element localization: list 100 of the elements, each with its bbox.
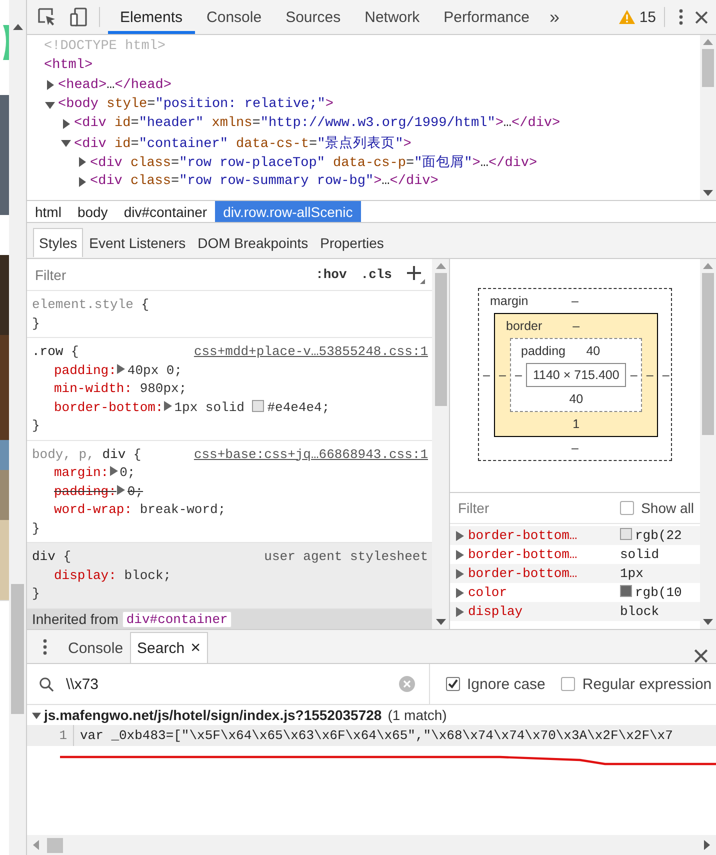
file-path[interactable]: js.mafengwo.net/js/hotel/sign/index.js?1552035728 (44, 707, 382, 723)
box-value: – (572, 441, 578, 456)
warning-icon (619, 10, 636, 24)
expand-triangle-icon[interactable] (164, 400, 172, 410)
drawer-menu-icon[interactable] (43, 638, 47, 654)
closing-brace: } (32, 418, 40, 433)
box-value: – (482, 368, 491, 382)
horizontal-scrollbar[interactable] (27, 835, 716, 855)
dom-node-line[interactable]: <div class="row row-placeTop" data-cs-p="面包屑">…</div> (90, 153, 538, 172)
property-name: border-bottom… (468, 547, 578, 562)
collapsed-triangle-icon[interactable] (61, 118, 71, 129)
expanded-triangle-icon[interactable] (61, 138, 71, 148)
property-value: 1px (620, 566, 644, 581)
box-value: 1 (572, 416, 580, 430)
scrollbar-thumb[interactable] (11, 584, 24, 714)
dom-node-line[interactable]: <div id="container" data-cs-t="景点列表页"> (74, 134, 412, 152)
scrollbar[interactable] (432, 259, 450, 629)
filter-field[interactable]: Filter (456, 499, 620, 517)
scroll-down-icon[interactable] (703, 619, 713, 625)
source-link[interactable]: css+mdd+place-v…53855248.css:1 (194, 343, 428, 362)
box-label: margin (490, 294, 528, 308)
panel-tab[interactable]: Performance (432, 0, 542, 34)
scrollbar-thumb[interactable] (434, 273, 446, 406)
expanded-triangle-icon[interactable] (45, 100, 55, 110)
expanded-triangle-icon[interactable] (32, 710, 41, 720)
closing-brace: } (32, 316, 40, 330)
css-declaration[interactable]: border-bottom: 1px solid #e4e4e4; (54, 400, 330, 414)
class-toggle[interactable]: .cls (360, 267, 392, 282)
panel-tab[interactable]: Console (194, 0, 274, 34)
scroll-down-icon[interactable] (436, 619, 446, 625)
breadcrumb[interactable]: body (69, 201, 116, 222)
panel-tab[interactable]: Sources (274, 0, 353, 34)
close-icon[interactable] (695, 10, 708, 24)
box-value: – (514, 368, 523, 382)
expand-triangle-icon[interactable] (117, 364, 126, 374)
property-value: rgb(22 (620, 528, 682, 543)
property-name: border-bottom… (468, 566, 578, 581)
drawer-tab[interactable]: Search × (130, 632, 208, 663)
scrollbar-thumb[interactable] (702, 49, 714, 87)
scrollbar-thumb[interactable] (702, 273, 714, 435)
show-all-checkbox[interactable]: Show all (620, 500, 694, 516)
more-options-icon[interactable] (679, 9, 683, 25)
line-number: 1 (27, 725, 74, 746)
color-swatch[interactable] (252, 400, 264, 412)
scroll-right-icon[interactable] (704, 840, 710, 850)
box-label: border (506, 318, 542, 332)
css-declaration[interactable]: padding: 0; (54, 484, 144, 498)
css-declaration[interactable]: display: block; (54, 568, 172, 582)
box-value: 40 (586, 344, 600, 358)
filter-field[interactable]: Filter (33, 266, 302, 284)
breadcrumb[interactable]: div.row.row-allScenic (215, 201, 361, 222)
search-field[interactable]: \\x73 (64, 674, 389, 694)
close-icon[interactable] (694, 649, 708, 663)
matched-code-line[interactable]: var _0xb483=["\x5F\x64\x65\x63\x6F\x64\x65","\x68\x74\x74\x70\x3A\x2F\x2F\x7 (74, 728, 673, 743)
add-rule-icon[interactable] (406, 264, 426, 284)
scrollbar-thumb[interactable] (47, 838, 63, 852)
scroll-up-icon[interactable] (12, 24, 22, 30)
css-declaration[interactable]: padding: 40px 0; (54, 362, 182, 378)
box-value: – (629, 368, 638, 382)
dom-node-line[interactable]: <div id="header" xmlns="http://www.w3.org/1999/html">…</div> (74, 116, 560, 132)
property-name: color (468, 585, 508, 600)
panel-tab[interactable]: Elements (108, 0, 195, 34)
more-tabs-button[interactable]: » (550, 6, 560, 28)
sidebar-tab[interactable]: DOM Breakpoints (192, 228, 314, 257)
dom-node-line[interactable]: <body style="position: relative;"> (58, 97, 334, 112)
scroll-down-icon[interactable] (703, 190, 713, 196)
breadcrumb[interactable]: div#container (116, 201, 216, 222)
checkmark-icon (447, 678, 459, 690)
sidebar-tab[interactable]: Properties (314, 228, 390, 257)
option-checkbox[interactable]: Ignore case (446, 676, 546, 692)
box-value: – (498, 368, 507, 382)
css-declaration[interactable]: word-wrap: break-word; (54, 502, 226, 517)
closing-brace: } (32, 520, 40, 536)
sidebar-tab[interactable]: Event Listeners (83, 228, 192, 257)
css-declaration[interactable]: margin: 0; (54, 465, 136, 480)
dom-node-line[interactable]: <html> (44, 58, 93, 74)
breadcrumb[interactable]: html (27, 201, 70, 222)
content-box: 1140 × 715.400 (526, 362, 626, 386)
collapsed-triangle-icon[interactable] (77, 157, 87, 168)
option-checkbox[interactable]: Regular expression (561, 676, 712, 692)
sidebar-tab[interactable]: Styles (33, 228, 84, 257)
collapsed-triangle-icon[interactable] (77, 176, 87, 187)
drawer-tab[interactable]: Console (61, 632, 130, 663)
scrollbar[interactable] (700, 35, 716, 200)
hover-toggle[interactable]: :hov (316, 267, 347, 282)
box-value: – (661, 368, 670, 382)
panel-tab[interactable]: Network (352, 0, 432, 34)
property-name: display (468, 604, 524, 619)
css-declaration[interactable]: min-width: 980px; (54, 381, 187, 396)
scrollbar[interactable] (700, 259, 716, 629)
search-icon (39, 676, 54, 692)
inherited-element-link[interactable]: div#container (122, 610, 232, 628)
dom-node-line[interactable]: <div class="row row-summary row-bg">…</div> (90, 174, 438, 190)
css-selector: div { (32, 548, 72, 566)
warnings-button[interactable]: 15 (619, 8, 656, 26)
collapsed-triangle-icon[interactable] (45, 80, 55, 90)
match-count: (1 match) (388, 707, 447, 723)
dom-node-line[interactable]: <head>…</head> (58, 78, 172, 93)
css-selector: .row { (32, 343, 79, 361)
source-link[interactable]: css+base:css+jq…66868943.css:1 (194, 446, 428, 464)
